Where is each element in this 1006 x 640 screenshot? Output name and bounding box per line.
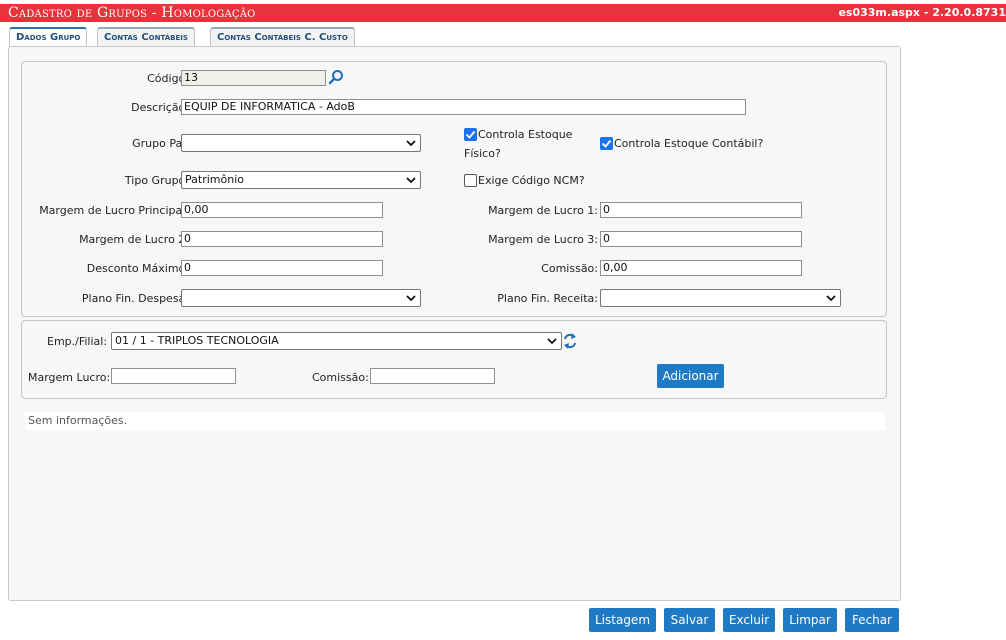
exige-ncm-label: Exige Código NCM? <box>478 174 585 187</box>
title-bar: Cadastro de Grupos - Homologação es033m.… <box>0 4 1006 22</box>
chevron-down-icon <box>547 338 557 345</box>
controla-estoque-fisico-label-2: Físico? <box>464 147 501 160</box>
search-icon[interactable] <box>328 69 344 85</box>
listagem-button[interactable]: Listagem <box>589 608 656 632</box>
emp-filial-select[interactable]: 01 / 1 - TRIPLOS TECNOLOGIA <box>111 332 562 350</box>
page-title: Cadastro de Grupos - Homologação <box>8 5 256 21</box>
plano-receita-label: Plano Fin. Receita: <box>497 292 598 305</box>
exige-ncm-checkbox[interactable] <box>464 174 477 187</box>
filial-comissao-label: Comissão: <box>312 371 369 384</box>
tipo-grupo-label: Tipo Grupo: <box>124 174 189 187</box>
tab-contas-contabeis[interactable]: Contas Contábeis <box>97 27 195 47</box>
margem-3-label: Margem de Lucro 3: <box>488 233 598 246</box>
refresh-icon[interactable] <box>563 332 577 350</box>
codigo-input[interactable]: 13 <box>181 70 326 86</box>
filial-comissao-input[interactable] <box>370 368 495 384</box>
chevron-down-icon <box>406 140 416 147</box>
tipo-grupo-select[interactable]: Patrimônio <box>181 171 421 189</box>
descricao-input[interactable]: EQUIP DE INFORMATICA - AdoB <box>181 99 746 115</box>
chevron-down-icon <box>406 177 416 184</box>
excluir-button[interactable]: Excluir <box>723 608 775 632</box>
salvar-button[interactable]: Salvar <box>664 608 715 632</box>
margem-principal-label: Margem de Lucro Principal: <box>39 204 189 217</box>
chevron-down-icon <box>826 295 836 302</box>
comissao-label: Comissão: <box>541 262 598 275</box>
tab-contas-contabeis-custo[interactable]: Contas Contábeis C. Custo <box>210 27 355 47</box>
plano-despesa-label: Plano Fin. Despesa: <box>81 292 189 305</box>
version-label: es033m.aspx - 2.20.0.8731 <box>838 6 1006 19</box>
info-message: Sem informações. <box>25 412 885 430</box>
controla-estoque-contabil-checkbox[interactable] <box>600 137 613 150</box>
group-data-fieldset: Código: 13 Descrição: EQUIP DE INFORMATI… <box>21 61 887 317</box>
emp-filial-value: 01 / 1 - TRIPLOS TECNOLOGIA <box>115 334 279 347</box>
controla-estoque-fisico-label-1: Controla Estoque <box>478 128 573 141</box>
controla-estoque-fisico-checkbox[interactable] <box>464 128 477 141</box>
filial-fieldset: Emp./Filial: 01 / 1 - TRIPLOS TECNOLOGIA… <box>21 320 887 399</box>
margem-lucro-label: Margem Lucro: <box>28 371 111 384</box>
fechar-button[interactable]: Fechar <box>845 608 899 632</box>
margem-1-input[interactable]: 0 <box>600 202 802 218</box>
grupo-pai-select[interactable] <box>181 134 421 152</box>
margem-lucro-input[interactable] <box>111 368 236 384</box>
adicionar-button[interactable]: Adicionar <box>657 364 724 388</box>
margem-3-input[interactable]: 0 <box>600 231 802 247</box>
emp-filial-label: Emp./Filial: <box>47 335 108 348</box>
margem-principal-input[interactable]: 0,00 <box>181 202 383 218</box>
limpar-button[interactable]: Limpar <box>783 608 837 632</box>
margem-2-input[interactable]: 0 <box>181 231 383 247</box>
tab-dados-grupo[interactable]: Dados Grupo <box>9 27 88 48</box>
margem-2-label: Margem de Lucro 2: <box>79 233 189 246</box>
comissao-input[interactable]: 0,00 <box>600 260 802 276</box>
main-panel: Código: 13 Descrição: EQUIP DE INFORMATI… <box>8 46 901 601</box>
desconto-maximo-input[interactable]: 0 <box>181 260 383 276</box>
tipo-grupo-value: Patrimônio <box>185 173 244 186</box>
margem-1-label: Margem de Lucro 1: <box>488 204 598 217</box>
chevron-down-icon <box>406 295 416 302</box>
plano-despesa-select[interactable] <box>181 289 421 307</box>
desconto-maximo-label: Desconto Máximo: <box>86 262 189 275</box>
controla-estoque-contabil-label: Controla Estoque Contábil? <box>614 137 764 150</box>
plano-receita-select[interactable] <box>600 289 841 307</box>
